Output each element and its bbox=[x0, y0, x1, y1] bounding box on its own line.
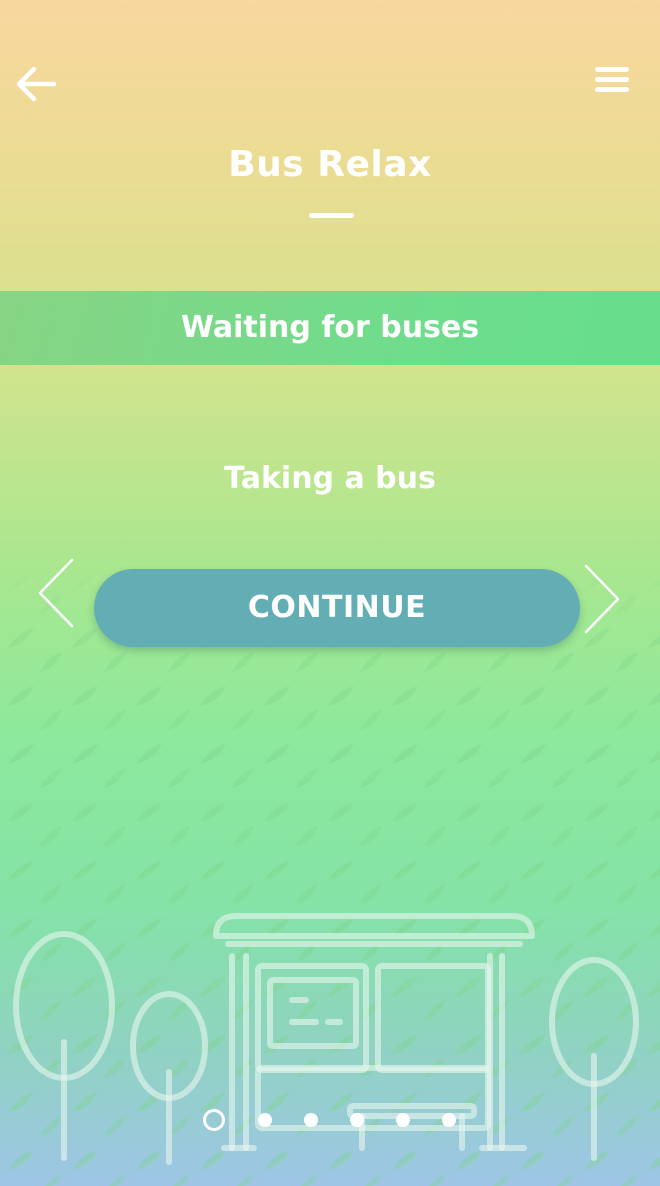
section-title: Waiting for buses bbox=[180, 310, 480, 345]
page-dot-2[interactable] bbox=[258, 1113, 272, 1127]
back-button[interactable] bbox=[14, 64, 60, 104]
tree-icon bbox=[13, 931, 115, 1161]
arrow-left-icon bbox=[16, 66, 57, 102]
tree-icon bbox=[130, 991, 208, 1165]
page-dot-6[interactable] bbox=[442, 1113, 456, 1127]
app-title: Bus Relax bbox=[228, 144, 432, 185]
previous-button[interactable] bbox=[34, 556, 78, 630]
chevron-left-icon bbox=[38, 558, 74, 628]
tree-icon bbox=[549, 957, 639, 1161]
activity-subtitle: Taking a bus bbox=[224, 461, 436, 496]
next-button[interactable] bbox=[580, 562, 624, 636]
page-indicator bbox=[200, 1108, 470, 1132]
app-screen: Bus Relax Waiting for buses Taking a bus… bbox=[0, 0, 660, 1186]
hamburger-menu-icon bbox=[595, 67, 629, 92]
page-dot-5[interactable] bbox=[396, 1113, 410, 1127]
title-underline bbox=[309, 213, 354, 218]
continue-button[interactable]: CONTINUE bbox=[94, 569, 580, 647]
bus-stop-illustration bbox=[13, 913, 639, 1165]
page-dot-1[interactable] bbox=[203, 1109, 225, 1131]
menu-button[interactable] bbox=[592, 64, 632, 96]
page-dot-4[interactable] bbox=[350, 1113, 364, 1127]
top-bar bbox=[0, 0, 660, 140]
page-dot-3[interactable] bbox=[304, 1113, 318, 1127]
chevron-right-icon bbox=[584, 564, 620, 634]
